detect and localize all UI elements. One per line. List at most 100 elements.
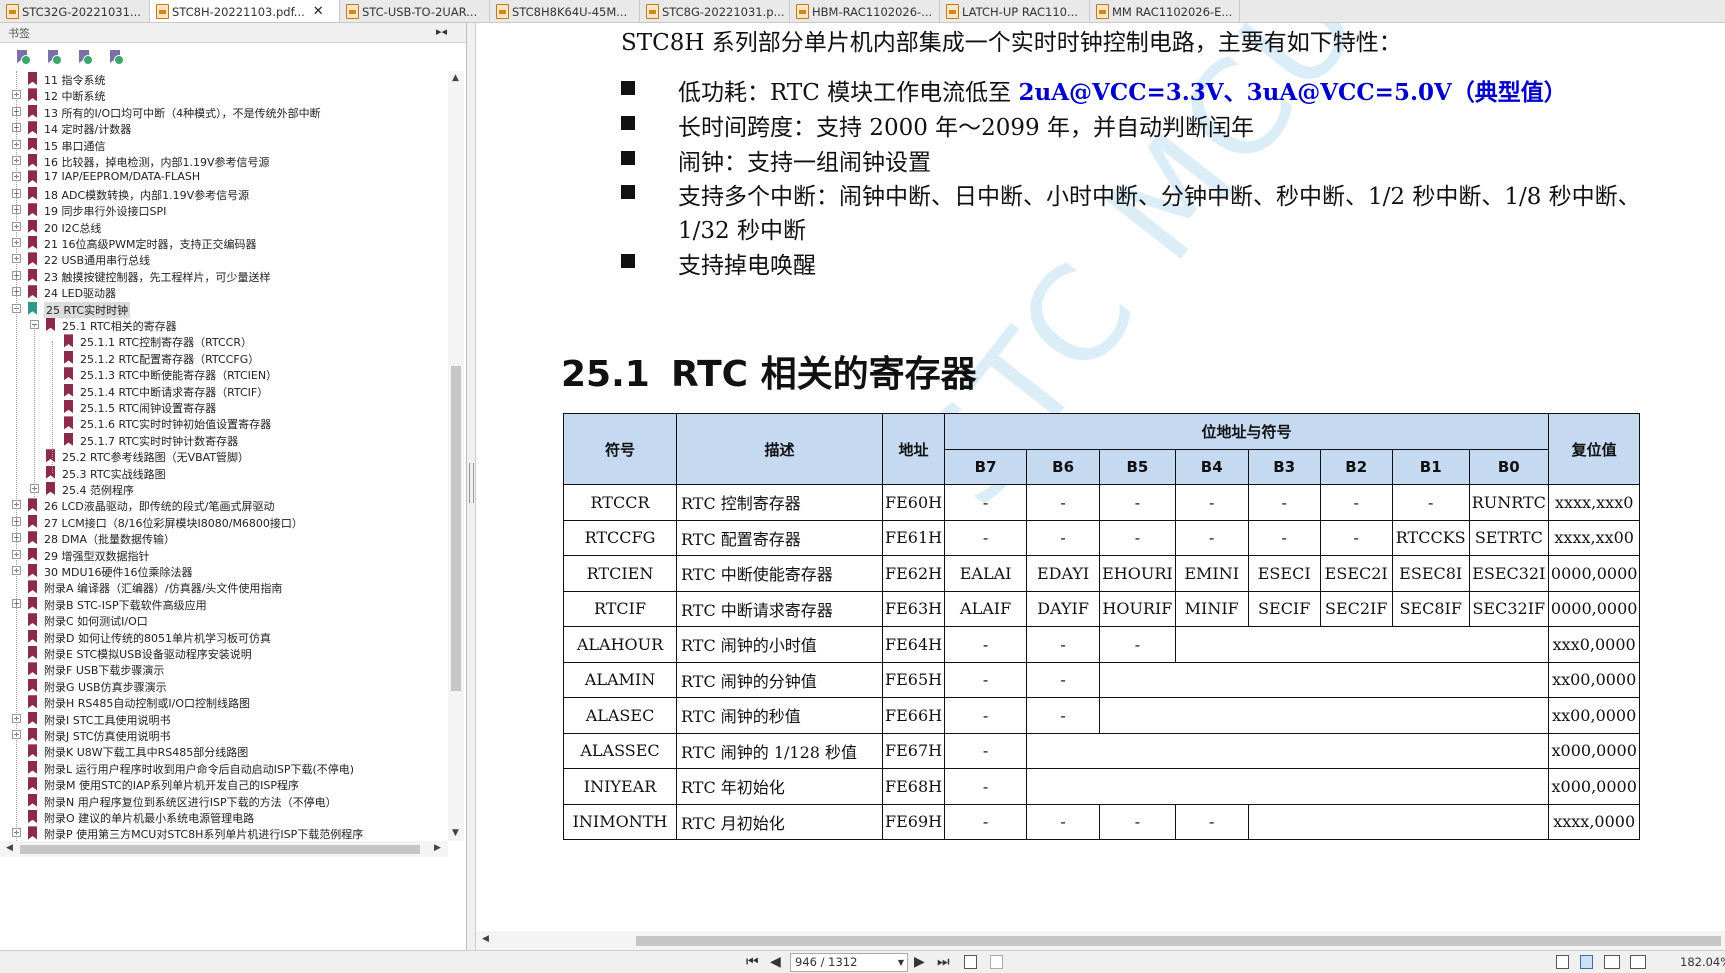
next-page-icon[interactable]: ▶ (914, 954, 925, 970)
bookmark-item[interactable]: +14 定时器/计数器 (0, 120, 448, 136)
bookmark-item[interactable]: +20 I2C总线 (0, 219, 448, 235)
bookmark-item[interactable]: 附录K U8W下载工具中RS485部分线路图 (0, 743, 448, 759)
bookmark-item[interactable]: 25.1.4 RTC中断请求寄存器（RTCIF） (0, 383, 448, 399)
bookmark-item[interactable]: 附录L 运行用户程序时收到用户命令后自动启动ISP下载(不停电) (0, 760, 448, 776)
bookmark-tree-horizontal-scrollbar[interactable]: ◀ ▶ (0, 841, 448, 857)
bookmark-delete-icon[interactable] (76, 49, 93, 65)
last-page-icon[interactable]: ⏭ (937, 954, 950, 970)
bookmark-item[interactable]: +24 LED驱动器 (0, 284, 448, 300)
bookmark-properties-icon[interactable] (107, 49, 124, 65)
bookmark-item[interactable]: −25.1 RTC相关的寄存器 (0, 317, 448, 333)
scroll-left-arrow-icon[interactable]: ◀ (482, 934, 489, 944)
bookmark-item-label: 附录C 如何测试I/O口 (44, 615, 148, 629)
bookmark-item[interactable]: 附录M 使用STC的IAP系列单片机开发自己的ISP程序 (0, 776, 448, 792)
bookmark-item[interactable]: +13 所有的I/O口均可中断（4种模式），不是传统外部中断 (0, 104, 448, 120)
document-tab[interactable]: STC32G-20221031... (0, 0, 150, 22)
bookmark-item[interactable]: +18 ADC模数转换，内部1.19V参考信号源 (0, 186, 448, 202)
bookmark-item[interactable]: +12 中断系统 (0, 87, 448, 103)
document-page-view: STC MCU STC8H 系列部分单片机内部集成一个实时时钟控制电路，主要有如… (476, 23, 1725, 931)
bookmark-item[interactable]: 25.1.5 RTC闹钟设置寄存器 (0, 399, 448, 415)
bookmark-item[interactable]: +21 16位高级PWM定时器，支持正交编码器 (0, 235, 448, 251)
scroll-down-arrow-icon[interactable]: ▼ (452, 828, 459, 838)
document-tab[interactable]: STC-USB-TO-2UAR... (340, 0, 490, 22)
bookmark-item[interactable]: 25.2 RTC参考线路图（无VBAT管脚） (0, 448, 448, 464)
next-view-icon[interactable] (990, 955, 1003, 969)
register-bit: ALAIF (944, 590, 1028, 627)
chevron-down-icon[interactable]: ▼ (898, 954, 904, 971)
bookmark-item[interactable]: +19 同步串行外设接口SPI (0, 202, 448, 218)
bookmark-add-icon[interactable] (14, 49, 31, 65)
bookmark-item[interactable]: −25 RTC实时时钟 (0, 301, 448, 318)
bookmark-item-label: 25.4 范例程序 (62, 484, 134, 497)
bookmark-icon (28, 301, 37, 315)
bookmark-item[interactable]: 附录E STC模拟USB设备驱动程序安装说明 (0, 645, 448, 661)
bookmark-item[interactable]: +16 比较器，掉电检测，内部1.19V参考信号源 (0, 153, 448, 169)
bookmark-item[interactable]: 25.1.2 RTC配置寄存器（RTCCFG） (0, 350, 448, 366)
register-description: RTC 闹钟的 1/128 秒值 (676, 732, 883, 769)
scroll-up-arrow-icon[interactable]: ▲ (452, 73, 459, 83)
bookmark-item[interactable]: +17 IAP/EEPROM/DATA-FLASH (0, 169, 448, 185)
close-tab-icon[interactable]: ✕ (313, 4, 324, 19)
bookmark-item[interactable]: 25.3 RTC实战线路图 (0, 465, 448, 481)
previous-page-icon[interactable]: ◀ (770, 954, 781, 970)
bookmark-item[interactable]: 附录N 用户程序复位到系统区进行ISP下载的方法（不停电） (0, 793, 448, 809)
bookmark-item[interactable]: 25.1.7 RTC实时时钟计数寄存器 (0, 432, 448, 448)
bookmark-item[interactable]: 25.1.3 RTC中断使能寄存器（RTCIEN） (0, 366, 448, 382)
pdf-file-icon (646, 4, 659, 19)
bullet-square-icon (621, 185, 635, 199)
bookmark-add-child-icon[interactable] (45, 49, 62, 65)
bookmark-item[interactable]: + 附录I STC工具使用说明书 (0, 711, 448, 727)
bookmark-item[interactable]: +30 MDU16硬件16位乘除法器 (0, 563, 448, 579)
scrollbar-thumb[interactable] (20, 845, 420, 854)
document-tab[interactable]: STC8H-20221103.pdf... ✕ (150, 0, 340, 22)
bookmark-item[interactable]: +15 串口通信 (0, 137, 448, 153)
bookmark-item[interactable]: 25.1.6 RTC实时时钟初始值设置寄存器 (0, 415, 448, 431)
bookmark-item[interactable]: +23 触摸按键控制器，先工程样片，可少量送样 (0, 268, 448, 284)
continuous-view-icon[interactable] (1580, 955, 1593, 969)
pdf-file-icon (496, 4, 509, 19)
panel-splitter[interactable] (467, 23, 476, 950)
feature-highlight: 2uA@VCC=3.3V、3uA@VCC=5.0V（典型值） (1018, 79, 1567, 106)
bookmark-item[interactable]: + 附录J STC仿真使用说明书 (0, 727, 448, 743)
bookmark-item[interactable]: +28 DMA（批量数据传输） (0, 530, 448, 546)
scrollbar-thumb[interactable] (451, 366, 461, 691)
bookmark-item[interactable]: + 附录B STC-ISP下载软件高级应用 (0, 596, 448, 612)
bookmark-item[interactable]: 25.1.1 RTC控制寄存器（RTCCR） (0, 333, 448, 349)
bookmark-item[interactable]: 附录H RS485自动控制或I/O口控制线路图 (0, 694, 448, 710)
document-horizontal-scrollbar[interactable]: ◀ (476, 931, 1725, 950)
bookmark-item[interactable]: +25.4 范例程序 (0, 481, 448, 497)
bookmark-item[interactable]: 附录F USB下载步骤演示 (0, 661, 448, 677)
bookmark-item[interactable]: 附录G USB仿真步骤演示 (0, 678, 448, 694)
page-number-field[interactable]: 946 / 1312 ▼ (790, 953, 908, 972)
document-tab[interactable]: LATCH-UP RAC110... (940, 0, 1090, 22)
scroll-right-arrow-icon[interactable]: ▶ (434, 843, 441, 853)
bookmark-item[interactable]: +29 增强型双数据指针 (0, 547, 448, 563)
register-address: FE64H (881, 626, 946, 663)
bookmark-item-label: 25 RTC实时时钟 (44, 301, 131, 318)
register-symbol: ALAHOUR (563, 626, 677, 663)
bookmark-item[interactable]: 附录A 编译器（汇编器）/仿真器/头文件使用指南 (0, 579, 448, 595)
document-tab[interactable]: STC8H8K64U-45M... (490, 0, 640, 22)
document-tab[interactable]: STC8G-20221031.p... (640, 0, 790, 22)
previous-view-icon[interactable] (964, 955, 977, 969)
bookmark-item[interactable]: 附录C 如何测试I/O口 (0, 612, 448, 628)
bookmark-tree-vertical-scrollbar[interactable]: ▲ ▼ (448, 71, 464, 841)
scrollbar-thumb[interactable] (636, 936, 1721, 946)
bookmark-icon (28, 137, 37, 151)
bookmark-item[interactable]: +26 LCD液晶驱动，即传统的段式/笔画式屏驱动 (0, 497, 448, 513)
bookmark-item[interactable]: + 附录P 使用第三方MCU对STC8H系列单片机进行ISP下载范例程序 (0, 825, 448, 841)
single-page-view-icon[interactable] (1556, 955, 1569, 969)
bookmark-item[interactable]: +27 LCM接口（8/16位彩屏模块I8080/M6800接口） (0, 514, 448, 530)
first-page-icon[interactable]: ⏮ (746, 954, 759, 970)
panel-collapse-icon[interactable]: ▸◂ (436, 25, 447, 38)
bookmark-item[interactable]: +22 USB通用串行总线 (0, 251, 448, 267)
document-tab[interactable]: MM RAC1102026-E... (1090, 0, 1240, 22)
bookmark-item[interactable]: 附录D 如何让传统的8051单片机学习板可仿真 (0, 629, 448, 645)
splitter-grip-icon[interactable] (469, 463, 474, 503)
continuous-facing-view-icon[interactable] (1630, 955, 1646, 969)
scroll-left-arrow-icon[interactable]: ◀ (6, 843, 13, 853)
bookmark-item[interactable]: 11 指令系统 (0, 71, 448, 87)
bookmark-item[interactable]: 附录O 建议的单片机最小系统电源管理电路 (0, 809, 448, 825)
facing-view-icon[interactable] (1604, 955, 1620, 969)
document-tab[interactable]: HBM-RAC1102026-... (790, 0, 940, 22)
